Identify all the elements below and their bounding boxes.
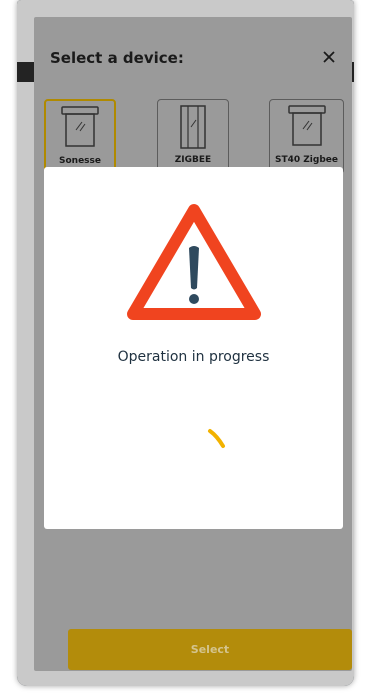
loading-spinner-icon xyxy=(208,429,225,448)
progress-modal: Operation in progress xyxy=(44,167,343,529)
window-frame-icon xyxy=(287,105,326,146)
device-tile-sonesse[interactable]: Sonesse xyxy=(44,99,116,174)
device-label: Sonesse xyxy=(59,156,101,166)
device-label: ST40 Zigbee xyxy=(275,155,338,165)
dialog-title: Select a device: xyxy=(50,49,184,67)
progress-message: Operation in progress xyxy=(117,349,270,365)
device-tile-st40-zigbee[interactable]: ST40 Zigbee xyxy=(269,99,344,174)
warning-icon xyxy=(127,204,261,320)
close-icon xyxy=(323,51,335,63)
close-button[interactable] xyxy=(318,46,340,68)
device-label: ZIGBEE xyxy=(174,155,212,165)
curtain-panel-icon xyxy=(180,105,206,149)
select-button[interactable]: Select xyxy=(68,629,352,670)
device-tile-zigbee[interactable]: ZIGBEE xyxy=(157,99,229,174)
window-frame-icon xyxy=(61,106,99,147)
